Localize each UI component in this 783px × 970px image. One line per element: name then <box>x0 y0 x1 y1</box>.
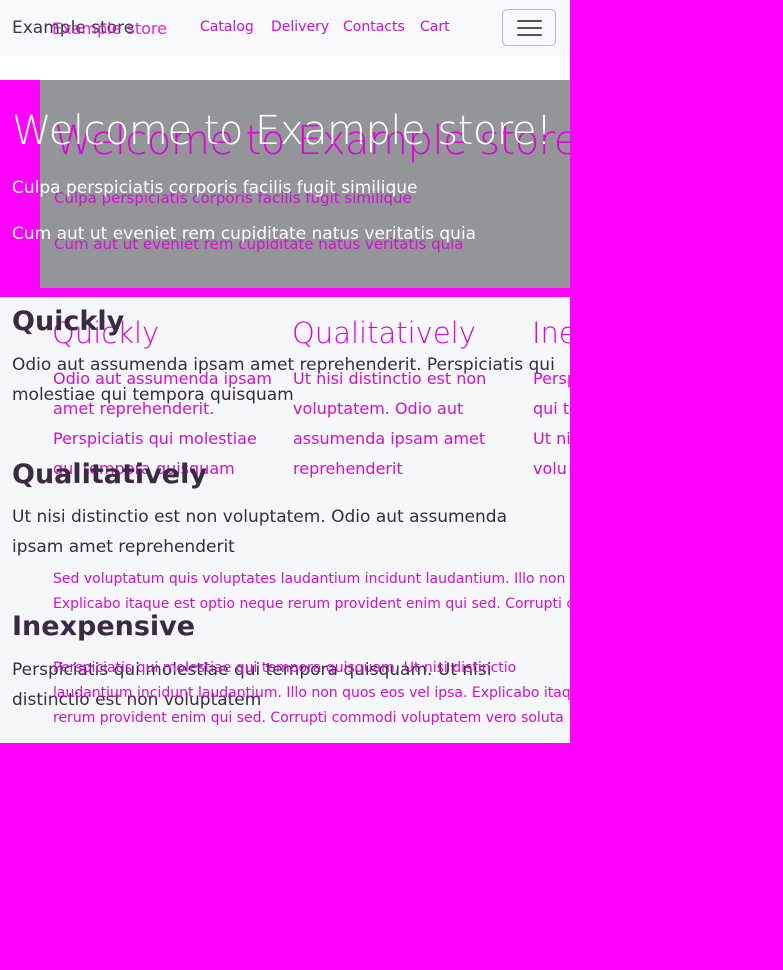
hamburger-icon-bar-bottom <box>517 34 542 36</box>
nav-links: Catalog Delivery Contacts Cart <box>200 19 460 35</box>
nav-link-cart[interactable]: Cart <box>420 19 460 35</box>
nav-link-catalog[interactable]: Catalog <box>200 19 271 35</box>
nav-link-contacts[interactable]: Contacts <box>343 19 420 35</box>
feature-column-title-inexpensive: Ine <box>532 316 570 350</box>
hamburger-icon-bar-middle <box>517 27 542 29</box>
hero-title: Welcome to Example store! <box>12 108 552 154</box>
hero-bottom-edge <box>40 288 570 297</box>
paragraph-2: Perspiciatis qui molestiae qui tempora q… <box>53 660 570 726</box>
feature-text-qualitatively: Ut nisi distinctio est non voluptatem. O… <box>12 507 508 557</box>
hero-subtitle-1: Culpa perspiciatis corporis facilis fugi… <box>12 178 418 198</box>
navbar-spacer <box>0 56 570 80</box>
navbar: Example store Example store Catalog Deli… <box>0 0 570 56</box>
navbar-toggler-button[interactable] <box>502 9 556 46</box>
feature-title-inexpensive: Inexpensive <box>12 611 196 642</box>
hero-subtitle-2: Cum aut ut eveniet rem cupiditate natus … <box>12 224 477 244</box>
nav-link-delivery[interactable]: Delivery <box>271 19 343 35</box>
feature-title-qualitatively: Qualitatively <box>12 459 207 490</box>
feature-title-quickly: Quickly <box>12 306 125 337</box>
app-viewport: Example store Example store Catalog Deli… <box>0 0 570 743</box>
navbar-brand-overlay[interactable]: Example store <box>52 19 167 38</box>
feature-text-quickly: Odio aut assumenda ipsam amet reprehende… <box>12 355 555 405</box>
hero-bottom-edge-left <box>0 288 40 297</box>
hamburger-icon-bar-top <box>517 20 542 22</box>
paragraph-1: Sed voluptatum quis voluptates laudantiu… <box>53 571 570 612</box>
feature-column-title-qualitatively: Qualitatively <box>292 316 476 350</box>
